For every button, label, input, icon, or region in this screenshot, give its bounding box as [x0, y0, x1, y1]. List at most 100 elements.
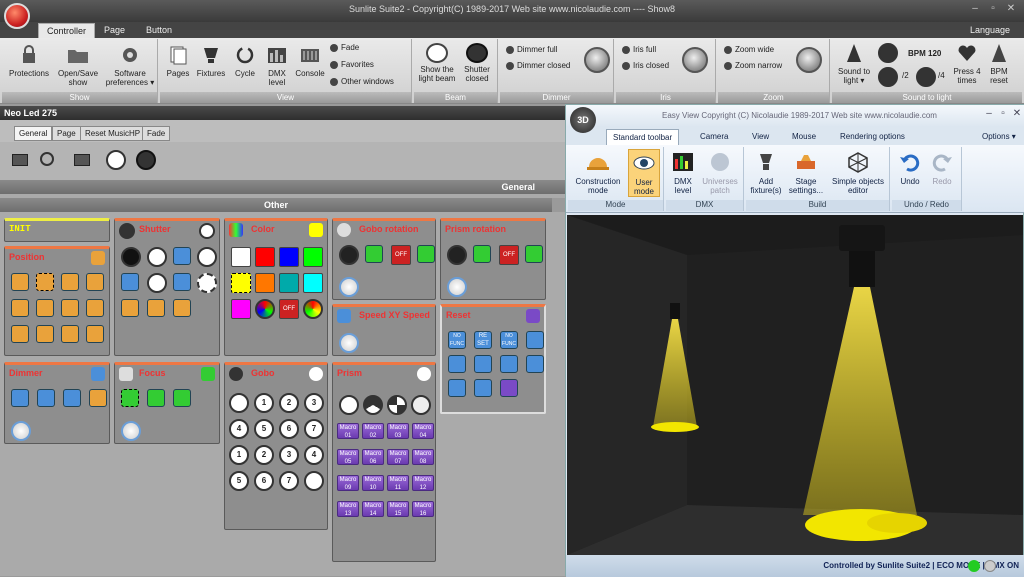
quick-access-icons[interactable] — [602, 111, 658, 121]
macro-button[interactable]: Macro 05 — [337, 449, 359, 465]
zoom-narrow-button[interactable]: Zoom narrow — [724, 61, 782, 70]
position-preset[interactable] — [11, 325, 29, 343]
app-logo-button[interactable] — [4, 3, 30, 29]
init-panel[interactable]: INIT — [4, 218, 110, 242]
reset-fn-01[interactable] — [526, 331, 544, 349]
color-cyan-blue[interactable] — [279, 273, 299, 293]
fade-toggle[interactable]: Fade — [330, 43, 359, 52]
color-yellow[interactable] — [231, 273, 251, 293]
shutter-random-button[interactable] — [197, 273, 217, 293]
software-preferences-button[interactable]: Software preferences ▾ — [104, 45, 156, 87]
dimmer-closed-button[interactable]: Dimmer closed — [506, 61, 570, 70]
gobo-button[interactable]: 2 — [279, 393, 299, 413]
shutter-open-button[interactable] — [147, 247, 167, 267]
gobo-button[interactable]: 2 — [254, 445, 274, 465]
dimmer-preset-3[interactable] — [63, 389, 81, 407]
macro-button[interactable]: Macro 03 — [387, 423, 409, 439]
console-button[interactable]: Console — [294, 45, 326, 78]
dimmer-preset-4[interactable] — [89, 389, 107, 407]
prism-rot-off[interactable]: OFF — [499, 245, 519, 265]
restore-icon[interactable]: ▫ — [996, 108, 1010, 120]
gobo-rot-stop[interactable] — [339, 245, 359, 265]
shutter-fx-3[interactable] — [173, 299, 191, 317]
focus-preset-2[interactable] — [147, 389, 165, 407]
position-preset[interactable] — [61, 325, 79, 343]
shutter-closed-button[interactable] — [121, 247, 141, 267]
dimmer-preset-2[interactable] — [37, 389, 55, 407]
undo-button[interactable]: Undo — [894, 151, 926, 186]
macro-button[interactable]: Macro 11 — [387, 475, 409, 491]
prism-off[interactable] — [339, 395, 359, 415]
add-fixtures-button[interactable]: Add fixture(s) — [748, 151, 784, 195]
macro-button[interactable]: Macro 13 — [337, 501, 359, 517]
tab-view[interactable]: View — [746, 129, 775, 145]
maximize-icon[interactable]: ▫ — [986, 3, 1000, 15]
shutter-open-3-button[interactable] — [147, 273, 167, 293]
options-menu[interactable]: Options ▾ — [976, 129, 1022, 145]
reset-fn-05[interactable] — [526, 355, 544, 373]
gobo-button[interactable]: 3 — [279, 445, 299, 465]
prism-3-facet[interactable] — [363, 395, 383, 415]
shutter-pulse-1[interactable] — [121, 273, 139, 291]
gobo-button[interactable]: 3 — [304, 393, 324, 413]
grid-icon[interactable] — [74, 154, 90, 166]
beat-led-2[interactable] — [878, 67, 898, 87]
beam-on-icon[interactable] — [106, 150, 126, 170]
gobo-button[interactable]: 1 — [254, 393, 274, 413]
prism-rot-cw[interactable] — [473, 245, 491, 263]
tab-page[interactable]: Page — [52, 126, 81, 141]
gobo-rot-ccw[interactable] — [417, 245, 435, 263]
prism-rot-stop[interactable] — [447, 245, 467, 265]
3d-viewport[interactable] — [567, 215, 1023, 555]
gobo-button[interactable]: 7 — [304, 419, 324, 439]
macro-button[interactable]: Macro 16 — [412, 501, 434, 517]
sound-to-light-button[interactable]: Sound to light ▾ — [834, 43, 874, 85]
shutter-strobe-button[interactable] — [173, 247, 191, 265]
reset-fn-06[interactable] — [448, 379, 466, 397]
macro-button[interactable]: Macro 06 — [362, 449, 384, 465]
zoom-knob[interactable] — [796, 47, 822, 73]
dimmer-preset-1[interactable] — [11, 389, 29, 407]
gobo-button[interactable]: 5 — [254, 419, 274, 439]
beat-led-3[interactable] — [916, 67, 936, 87]
other-windows-button[interactable]: Other windows — [330, 77, 394, 86]
close-icon[interactable]: ✕ — [1004, 3, 1018, 15]
close-icon[interactable]: ✕ — [1010, 108, 1024, 120]
gobo-button[interactable]: 6 — [279, 419, 299, 439]
reset-fn-03[interactable] — [474, 355, 492, 373]
shutter-fx-1[interactable] — [121, 299, 139, 317]
macro-button[interactable]: Macro 12 — [412, 475, 434, 491]
speed-dial[interactable] — [339, 333, 359, 353]
color-orange[interactable] — [255, 273, 275, 293]
dimmer-dial[interactable] — [11, 421, 31, 441]
gobo-rot-off[interactable]: OFF — [391, 245, 411, 265]
tab-general[interactable]: General — [14, 126, 53, 141]
color-magenta[interactable] — [231, 299, 251, 319]
macro-button[interactable]: Macro 14 — [362, 501, 384, 517]
bpm-reset-button[interactable]: BPM reset — [984, 43, 1014, 85]
dmx-level-button[interactable]: DMX level — [262, 45, 292, 87]
universes-patch-button[interactable]: Universes patch — [700, 151, 740, 195]
position-preset[interactable] — [61, 273, 79, 291]
macro-button[interactable]: Macro 02 — [362, 423, 384, 439]
gobo-button[interactable]: 4 — [304, 445, 324, 465]
minimize-icon[interactable]: – — [968, 3, 982, 15]
tab-controller[interactable]: Controller — [38, 23, 96, 38]
color-cyan[interactable] — [303, 273, 323, 293]
search-icon[interactable] — [40, 152, 54, 166]
macro-button[interactable]: Macro 15 — [387, 501, 409, 517]
iris-closed-button[interactable]: Iris closed — [622, 61, 669, 70]
position-preset[interactable] — [36, 325, 54, 343]
dimmer-full-button[interactable]: Dimmer full — [506, 45, 557, 54]
gobo-button[interactable]: 4 — [229, 419, 249, 439]
position-preset[interactable] — [61, 299, 79, 317]
tab-rendering-options[interactable]: Rendering options — [834, 129, 911, 145]
tab-standard-toolbar[interactable]: Standard toolbar — [606, 129, 680, 145]
gobo-rotation-dial[interactable] — [339, 277, 359, 297]
tab-button[interactable]: Button — [138, 23, 180, 38]
reset-no-func-2[interactable]: NO FUNC — [500, 331, 518, 349]
language-menu[interactable]: Language — [962, 23, 1018, 38]
position-preset[interactable] — [86, 273, 104, 291]
color-white[interactable] — [231, 247, 251, 267]
quick-access-toolbar[interactable] — [52, 4, 122, 14]
